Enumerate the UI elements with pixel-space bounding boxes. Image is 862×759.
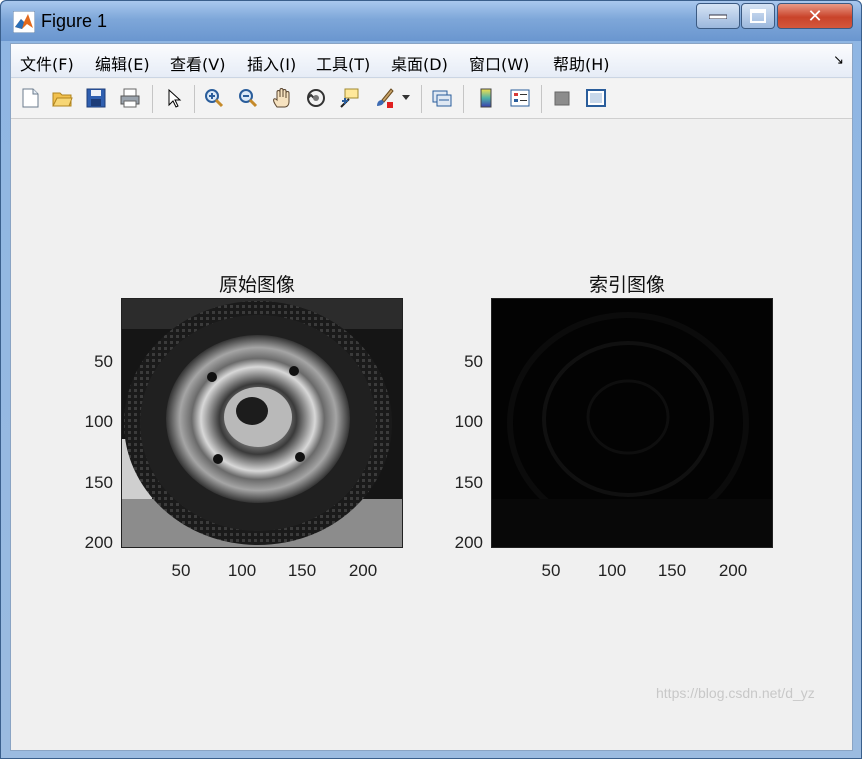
- axes1-ytick: 100: [84, 412, 113, 431]
- figure-client-area: 文件(F) 编辑(E) 查看(V) 插入(I) 工具(T) 桌面(D) 窗口(W…: [10, 43, 853, 751]
- save-icon[interactable]: [83, 85, 109, 111]
- menu-tools[interactable]: 工具(T): [316, 51, 370, 75]
- edit-plot-arrow-icon[interactable]: [161, 85, 187, 111]
- axes1-ytick: 150: [84, 473, 113, 492]
- hide-plot-tools-icon[interactable]: [549, 85, 575, 111]
- figure-toolbar: [11, 79, 852, 119]
- axes1-xtick: 100: [227, 561, 257, 580]
- toolbar-separator: [463, 85, 464, 113]
- matlab-logo-icon: [13, 11, 35, 33]
- close-icon: ✕: [807, 5, 823, 27]
- axes2-title: 索引图像: [589, 274, 666, 296]
- axes1-title: 原始图像: [219, 274, 296, 296]
- zoom-in-icon[interactable]: [201, 85, 227, 111]
- rotate-3d-icon[interactable]: [303, 85, 329, 111]
- maximize-button[interactable]: [741, 3, 775, 29]
- car-tire-photo: [122, 299, 402, 547]
- window-title: Figure 1: [41, 11, 108, 31]
- axes2-xtick: 50: [541, 561, 561, 580]
- brush-icon[interactable]: [371, 85, 397, 111]
- axes2-ytick: 50: [464, 352, 483, 371]
- show-plot-tools-icon[interactable]: [583, 85, 609, 111]
- axes2-ytick: 150: [454, 473, 483, 492]
- menu-window[interactable]: 窗口(W): [469, 51, 529, 75]
- axes2-xtick: 200: [718, 561, 748, 580]
- pan-hand-icon[interactable]: [269, 85, 295, 111]
- minimize-button[interactable]: [696, 3, 740, 29]
- minimize-icon: [709, 14, 727, 19]
- zoom-out-icon[interactable]: [235, 85, 261, 111]
- toolbar-separator: [194, 85, 195, 113]
- dock-arrow-icon[interactable]: ↘: [833, 53, 844, 68]
- toolbar-separator: [541, 85, 542, 113]
- axes1-xtick: 50: [171, 561, 191, 580]
- menu-view[interactable]: 查看(V): [170, 51, 225, 75]
- toolbar-separator: [152, 85, 153, 113]
- axes1-ytick: 50: [94, 352, 113, 371]
- insert-legend-icon[interactable]: [507, 85, 533, 111]
- title-bar[interactable]: Figure 1 ✕: [1, 1, 861, 41]
- indexed-tire-image: [492, 299, 772, 547]
- watermark-text: https://blog.csdn.net/d_yz: [656, 685, 815, 701]
- axes2-ytick: 200: [454, 533, 483, 552]
- brush-dropdown-icon[interactable]: [399, 85, 413, 111]
- menu-edit[interactable]: 编辑(E): [95, 51, 150, 75]
- original-image[interactable]: [121, 298, 403, 548]
- close-button[interactable]: ✕: [777, 3, 853, 29]
- axes1-xtick: 150: [287, 561, 317, 580]
- menu-bar: 文件(F) 编辑(E) 查看(V) 插入(I) 工具(T) 桌面(D) 窗口(W…: [11, 44, 852, 78]
- axes2-xtick: 100: [597, 561, 627, 580]
- toolbar-separator: [421, 85, 422, 113]
- indexed-image[interactable]: [491, 298, 773, 548]
- open-file-icon[interactable]: [49, 85, 75, 111]
- axes1-ytick: 200: [84, 533, 113, 552]
- insert-colorbar-icon[interactable]: [473, 85, 499, 111]
- menu-help[interactable]: 帮助(H): [553, 51, 610, 75]
- menu-insert[interactable]: 插入(I): [247, 51, 296, 75]
- figure-canvas: 原始图像 50 100 150 200 50 100 150 200 索引图像 …: [11, 120, 852, 750]
- figure-window: Figure 1 ✕ 文件(F) 编辑(E) 查看(V) 插入(I) 工具(T)…: [0, 0, 862, 759]
- link-plot-icon[interactable]: [429, 85, 455, 111]
- new-figure-icon[interactable]: [17, 85, 43, 111]
- print-icon[interactable]: [117, 85, 143, 111]
- axes2-xtick: 150: [657, 561, 687, 580]
- axes2-ytick: 100: [454, 412, 483, 431]
- maximize-icon: [750, 9, 766, 23]
- axes1-xtick: 200: [348, 561, 378, 580]
- menu-desktop[interactable]: 桌面(D): [391, 51, 448, 75]
- data-cursor-icon[interactable]: [337, 85, 363, 111]
- menu-file[interactable]: 文件(F): [20, 51, 74, 75]
